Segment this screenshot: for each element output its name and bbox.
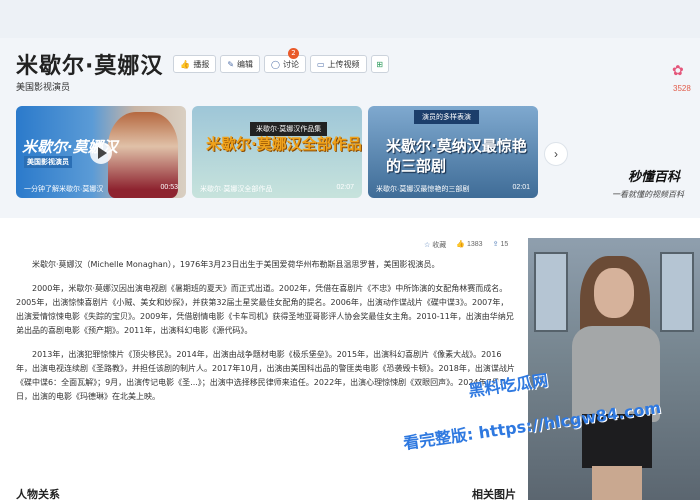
- edit-icon: ✎: [227, 59, 235, 69]
- photo-legs: [592, 466, 642, 500]
- video-card[interactable]: 米歇尔·莫娜汉 美国影视演员 一分钟了解米歇尔·莫娜汉 00:53: [16, 106, 186, 198]
- collect-count: 1383: [467, 241, 483, 248]
- plus-icon: ⊞: [376, 59, 383, 69]
- upload-video-button[interactable]: ▭ 上传视频: [309, 55, 367, 73]
- top-bar: [0, 0, 700, 38]
- article-paragraph: 2013年，出演犯罪惊悚片《顶尖移民》。2014年，出演由战争题材电影《极乐堡垒…: [16, 350, 515, 401]
- share-button[interactable]: ⇪ 15: [493, 240, 509, 250]
- thumbs-up-icon: 👍: [456, 241, 465, 248]
- broadcast-label: 播报: [193, 59, 210, 69]
- thumbs-up-icon: 👍: [180, 59, 191, 69]
- brand-slogan: 一看就懂的视频百科: [612, 190, 684, 199]
- relations-heading: 人物关系: [16, 489, 60, 500]
- collect-count-item: 👍 1383: [456, 240, 482, 250]
- flower-icon[interactable]: ✿: [672, 62, 684, 79]
- video-caption-row: 米歇尔·莫娜汉最惊艳的三部剧 02:01: [368, 184, 538, 194]
- video-caption: 一分钟了解米歇尔·莫娜汉: [24, 186, 104, 193]
- title-row: 米歇尔·莫娜汉 👍 播报 ✎ 编辑 ◯ 讨论 2 ▭ 上传视频 ⊞: [16, 48, 389, 80]
- upload-video-label: 上传视频: [327, 59, 360, 69]
- photo-face: [594, 268, 634, 318]
- share-icon: ⇪: [492, 241, 499, 248]
- video-carousel: 米歇尔·莫娜汉 美国影视演员 一分钟了解米歇尔·莫娜汉 00:53 米歇尔·莫娜…: [16, 106, 538, 198]
- stats-bar: ☆ 收藏 👍 1383 ⇪ 15: [424, 240, 508, 250]
- video-duration: 02:07: [336, 184, 354, 191]
- video-caption-row: 米歇尔·莫娜汉全部作品 02:07: [192, 184, 362, 194]
- broadcast-button[interactable]: 👍 播报: [173, 55, 217, 73]
- upload-icon: ▭: [316, 59, 325, 69]
- related-images-heading: 相关图片: [472, 489, 516, 500]
- window-background: [660, 252, 694, 332]
- video-duration: 02:01: [512, 184, 530, 191]
- video-duration: 00:53: [160, 184, 178, 191]
- video-caption: 米歇尔·莫娜汉最惊艳的三部剧: [376, 186, 470, 193]
- page-title: 米歇尔·莫娜汉: [16, 54, 164, 79]
- edit-label: 编辑: [237, 59, 254, 69]
- discuss-label: 讨论: [282, 59, 299, 69]
- play-icon[interactable]: [90, 142, 112, 164]
- add-button[interactable]: ⊞: [370, 55, 389, 73]
- video-tag: 演员的多样表演: [414, 110, 479, 124]
- video-overlay-subtitle: 美国影视演员: [24, 156, 72, 168]
- video-card[interactable]: 演员的多样表演 米歇尔·莫纳汉最惊艳的三部剧 米歇尔·莫娜汉最惊艳的三部剧 02…: [368, 106, 538, 198]
- video-caption-row: 一分钟了解米歇尔·莫娜汉 00:53: [16, 184, 186, 194]
- video-overlay-title: 米歇尔·莫娜汉全部作品: [206, 135, 362, 153]
- article-body: 米歇尔·莫娜汉（Michelle Monaghan），1976年3月23日出生于…: [16, 258, 516, 414]
- window-background: [534, 252, 568, 332]
- article-paragraph: 米歇尔·莫娜汉（Michelle Monaghan），1976年3月23日出生于…: [32, 260, 440, 269]
- chevron-right-icon: ›: [554, 147, 558, 161]
- star-icon: ☆: [424, 242, 431, 249]
- brand-logo: 秒懂百科: [628, 170, 681, 185]
- collect-button[interactable]: ☆ 收藏: [424, 240, 446, 250]
- comment-icon: ◯: [271, 59, 280, 69]
- video-caption: 米歇尔·莫娜汉全部作品: [200, 186, 273, 193]
- entry-subtitle: 美国影视演员: [16, 83, 71, 93]
- video-card[interactable]: 米歇尔·莫娜汉作品集 米歇尔·莫娜汉全部作品 米歇尔·莫娜汉全部作品 02:07: [192, 106, 362, 198]
- collect-label: 收藏: [432, 242, 447, 249]
- action-bar: 👍 播报 ✎ 编辑 ◯ 讨论 2 ▭ 上传视频 ⊞: [173, 48, 389, 73]
- video-overlay-title: 米歇尔·莫纳汉最惊艳的三部剧: [386, 137, 527, 175]
- discuss-badge: 2: [287, 48, 299, 59]
- discuss-button[interactable]: ◯ 讨论 2: [264, 48, 306, 73]
- article-paragraph: 2000年，米歇尔·莫娜汉因出演电视剧《暑期班的夏天》而正式出道。2002年，凭…: [16, 284, 514, 335]
- carousel-next-button[interactable]: ›: [544, 142, 568, 166]
- flower-count: 3528: [673, 84, 691, 93]
- section-headings: 人物关系 相关图片: [16, 486, 516, 500]
- edit-button[interactable]: ✎ 编辑: [220, 55, 261, 73]
- like-count: 15: [500, 241, 509, 248]
- portrait-photo[interactable]: [528, 238, 700, 500]
